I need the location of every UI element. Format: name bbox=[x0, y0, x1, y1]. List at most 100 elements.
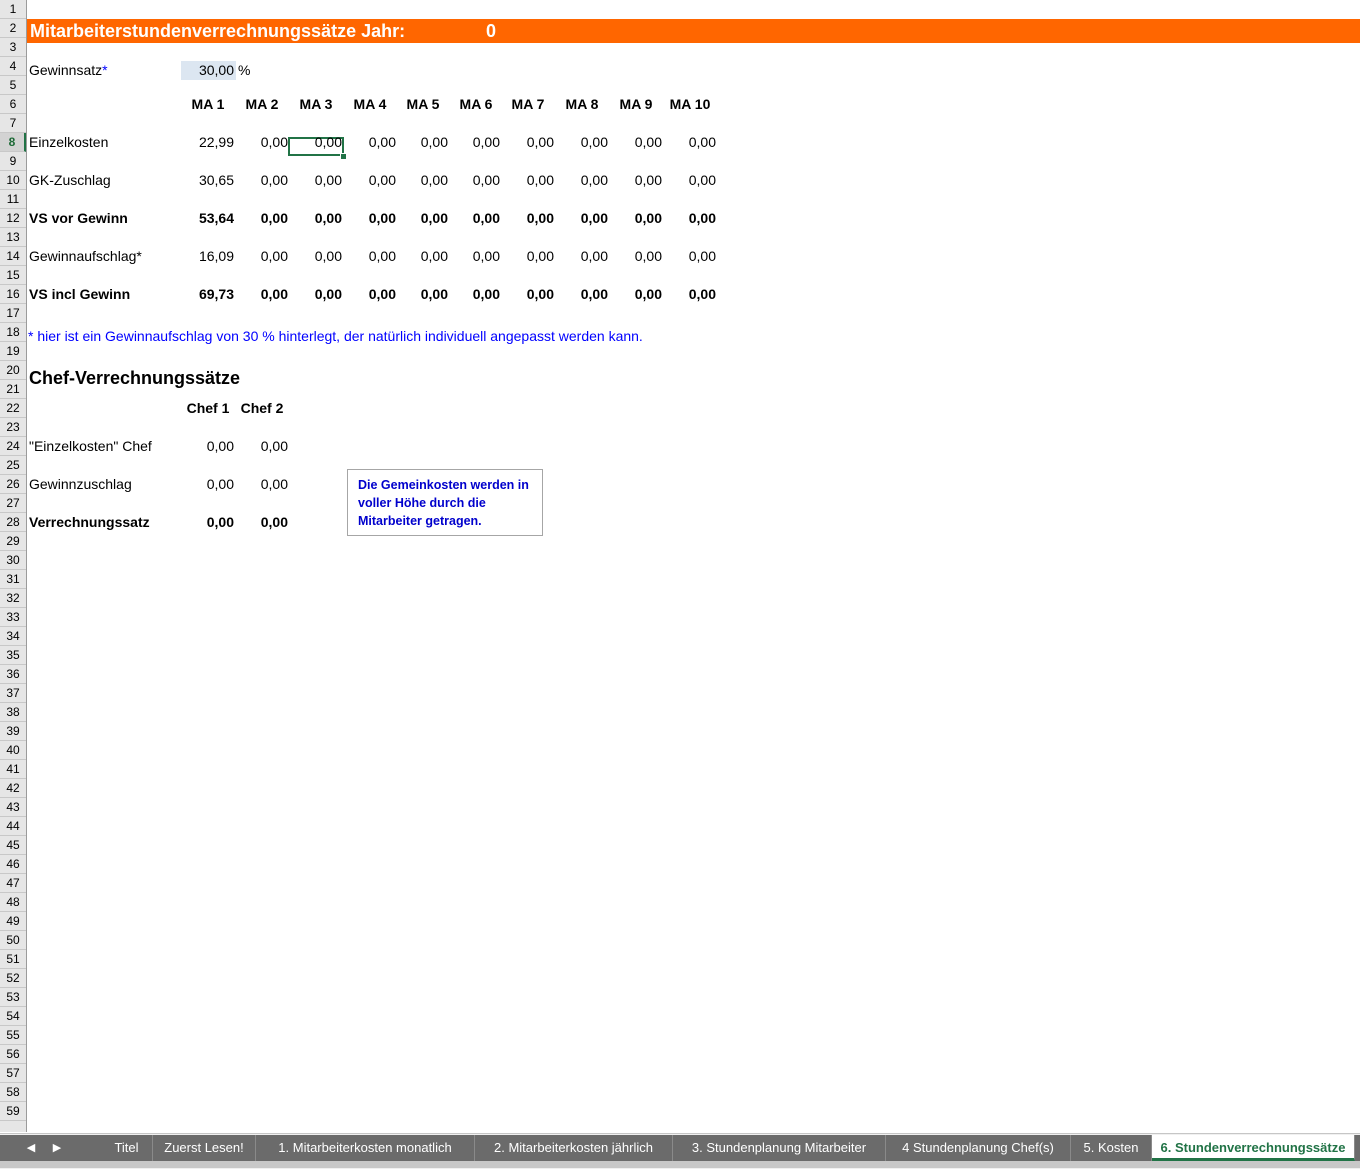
row-header-17[interactable]: 17 bbox=[0, 304, 26, 323]
row-header-50[interactable]: 50 bbox=[0, 931, 26, 950]
row-header-3[interactable]: 3 bbox=[0, 38, 26, 57]
next-sheet-button[interactable]: ▶ bbox=[44, 1135, 70, 1161]
row-header-51[interactable]: 51 bbox=[0, 950, 26, 969]
row-header-27[interactable]: 27 bbox=[0, 494, 26, 513]
row-header-44[interactable]: 44 bbox=[0, 817, 26, 836]
chef-section-title[interactable]: Chef-Verrechnungssätze bbox=[29, 367, 240, 389]
ma-header-6[interactable]: MA 6 bbox=[449, 95, 503, 114]
row-header-26[interactable]: 26 bbox=[0, 475, 26, 494]
table-cell[interactable]: 0,00 bbox=[664, 247, 716, 266]
table-cell[interactable]: 0,00 bbox=[664, 209, 716, 228]
table-cell[interactable]: 0,00 bbox=[236, 285, 288, 304]
chef-cell[interactable]: 0,00 bbox=[236, 475, 288, 494]
tab-3-stundenplanung-mitarbeiter[interactable]: 3. Stundenplanung Mitarbeiter bbox=[673, 1135, 886, 1161]
tab-4-stundenplanung-chef-s[interactable]: 4 Stundenplanung Chef(s) bbox=[886, 1135, 1071, 1161]
chef-cell[interactable]: 0,00 bbox=[236, 513, 288, 532]
row-header-9[interactable]: 9 bbox=[0, 152, 26, 171]
row-header-46[interactable]: 46 bbox=[0, 855, 26, 874]
row-header-20[interactable]: 20 bbox=[0, 361, 26, 380]
table-cell[interactable]: 0,00 bbox=[236, 133, 288, 152]
chef-header-1[interactable]: Chef 1 bbox=[181, 399, 235, 418]
footnote[interactable]: * hier ist ein Gewinnaufschlag von 30 % … bbox=[28, 327, 643, 346]
table-cell[interactable]: 0,00 bbox=[396, 171, 448, 190]
row-header-48[interactable]: 48 bbox=[0, 893, 26, 912]
tab-6-stundenverrechnungssätze[interactable]: 6. Stundenverrechnungssätze bbox=[1152, 1135, 1355, 1161]
table-cell[interactable]: 0,00 bbox=[610, 171, 662, 190]
row-header-15[interactable]: 15 bbox=[0, 266, 26, 285]
gewinnsatz-value[interactable]: 30,00 bbox=[181, 61, 234, 80]
row-header-38[interactable]: 38 bbox=[0, 703, 26, 722]
chef-cell[interactable]: 0,00 bbox=[182, 513, 234, 532]
chef-header-2[interactable]: Chef 2 bbox=[235, 399, 289, 418]
row-header-7[interactable]: 7 bbox=[0, 114, 26, 133]
row-header-57[interactable]: 57 bbox=[0, 1064, 26, 1083]
prev-sheet-button[interactable]: ◀ bbox=[18, 1135, 44, 1161]
info-textbox[interactable]: Die Gemeinkosten werden in voller Höhe d… bbox=[347, 469, 543, 536]
row-header-53[interactable]: 53 bbox=[0, 988, 26, 1007]
table-cell[interactable]: 0,00 bbox=[502, 171, 554, 190]
gewinnsatz-label[interactable]: Gewinnsatz* bbox=[29, 61, 108, 80]
row-label[interactable]: GK-Zuschlag bbox=[29, 171, 111, 190]
table-cell[interactable]: 69,73 bbox=[182, 285, 234, 304]
sheet-title[interactable]: Mitarbeiterstundenverrechnungssätze Jahr… bbox=[30, 19, 405, 43]
row-label[interactable]: VS vor Gewinn bbox=[29, 209, 128, 228]
tab-2-mitarbeiterkosten-jährlich[interactable]: 2. Mitarbeiterkosten jährlich bbox=[475, 1135, 673, 1161]
row-header-34[interactable]: 34 bbox=[0, 627, 26, 646]
ma-header-2[interactable]: MA 2 bbox=[235, 95, 289, 114]
row-header-2[interactable]: 2 bbox=[0, 19, 26, 38]
fill-handle[interactable] bbox=[340, 153, 347, 160]
table-cell[interactable]: 0,00 bbox=[556, 247, 608, 266]
ma-header-3[interactable]: MA 3 bbox=[289, 95, 343, 114]
table-cell[interactable]: 0,00 bbox=[664, 171, 716, 190]
ma-header-8[interactable]: MA 8 bbox=[555, 95, 609, 114]
row-header-58[interactable]: 58 bbox=[0, 1083, 26, 1102]
table-cell[interactable]: 0,00 bbox=[448, 209, 500, 228]
chef-row-label[interactable]: Verrechnungssatz bbox=[29, 513, 150, 532]
table-cell[interactable]: 0,00 bbox=[290, 285, 342, 304]
table-cell[interactable]: 0,00 bbox=[290, 247, 342, 266]
table-cell[interactable]: 0,00 bbox=[344, 247, 396, 266]
tab-1-mitarbeiterkosten-monatlich[interactable]: 1. Mitarbeiterkosten monatlich bbox=[256, 1135, 475, 1161]
row-header-37[interactable]: 37 bbox=[0, 684, 26, 703]
table-cell[interactable]: 16,09 bbox=[182, 247, 234, 266]
table-cell[interactable]: 0,00 bbox=[448, 247, 500, 266]
row-header-13[interactable]: 13 bbox=[0, 228, 26, 247]
row-header-35[interactable]: 35 bbox=[0, 646, 26, 665]
row-header-56[interactable]: 56 bbox=[0, 1045, 26, 1064]
row-header-16[interactable]: 16 bbox=[0, 285, 26, 304]
chef-row-label[interactable]: "Einzelkosten" Chef bbox=[29, 437, 152, 456]
row-header-47[interactable]: 47 bbox=[0, 874, 26, 893]
table-cell[interactable]: 0,00 bbox=[344, 133, 396, 152]
table-cell[interactable]: 0,00 bbox=[502, 133, 554, 152]
row-label[interactable]: Gewinnaufschlag* bbox=[29, 247, 142, 266]
row-header-28[interactable]: 28 bbox=[0, 513, 26, 532]
row-header-54[interactable]: 54 bbox=[0, 1007, 26, 1026]
row-header-1[interactable]: 1 bbox=[0, 0, 26, 19]
table-cell[interactable]: 0,00 bbox=[396, 247, 448, 266]
ma-header-10[interactable]: MA 10 bbox=[663, 95, 717, 114]
row-header-21[interactable]: 21 bbox=[0, 380, 26, 399]
table-cell[interactable]: 0,00 bbox=[556, 171, 608, 190]
row-header-23[interactable]: 23 bbox=[0, 418, 26, 437]
row-header-4[interactable]: 4 bbox=[0, 57, 26, 76]
row-header-29[interactable]: 29 bbox=[0, 532, 26, 551]
ma-header-1[interactable]: MA 1 bbox=[181, 95, 235, 114]
table-cell[interactable]: 0,00 bbox=[556, 209, 608, 228]
ma-header-9[interactable]: MA 9 bbox=[609, 95, 663, 114]
row-header-12[interactable]: 12 bbox=[0, 209, 26, 228]
row-header-59[interactable]: 59 bbox=[0, 1102, 26, 1121]
table-cell[interactable]: 0,00 bbox=[610, 247, 662, 266]
row-header-11[interactable]: 11 bbox=[0, 190, 26, 209]
row-header-24[interactable]: 24 bbox=[0, 437, 26, 456]
row-header-41[interactable]: 41 bbox=[0, 760, 26, 779]
row-header-40[interactable]: 40 bbox=[0, 741, 26, 760]
table-cell[interactable]: 0,00 bbox=[290, 209, 342, 228]
row-label[interactable]: VS incl Gewinn bbox=[29, 285, 130, 304]
row-header-25[interactable]: 25 bbox=[0, 456, 26, 475]
table-cell[interactable]: 0,00 bbox=[664, 285, 716, 304]
table-cell[interactable]: 0,00 bbox=[344, 171, 396, 190]
row-header-36[interactable]: 36 bbox=[0, 665, 26, 684]
table-cell[interactable]: 0,00 bbox=[556, 285, 608, 304]
tab-zuerst-lesen[interactable]: Zuerst Lesen! bbox=[153, 1135, 256, 1161]
row-header-32[interactable]: 32 bbox=[0, 589, 26, 608]
